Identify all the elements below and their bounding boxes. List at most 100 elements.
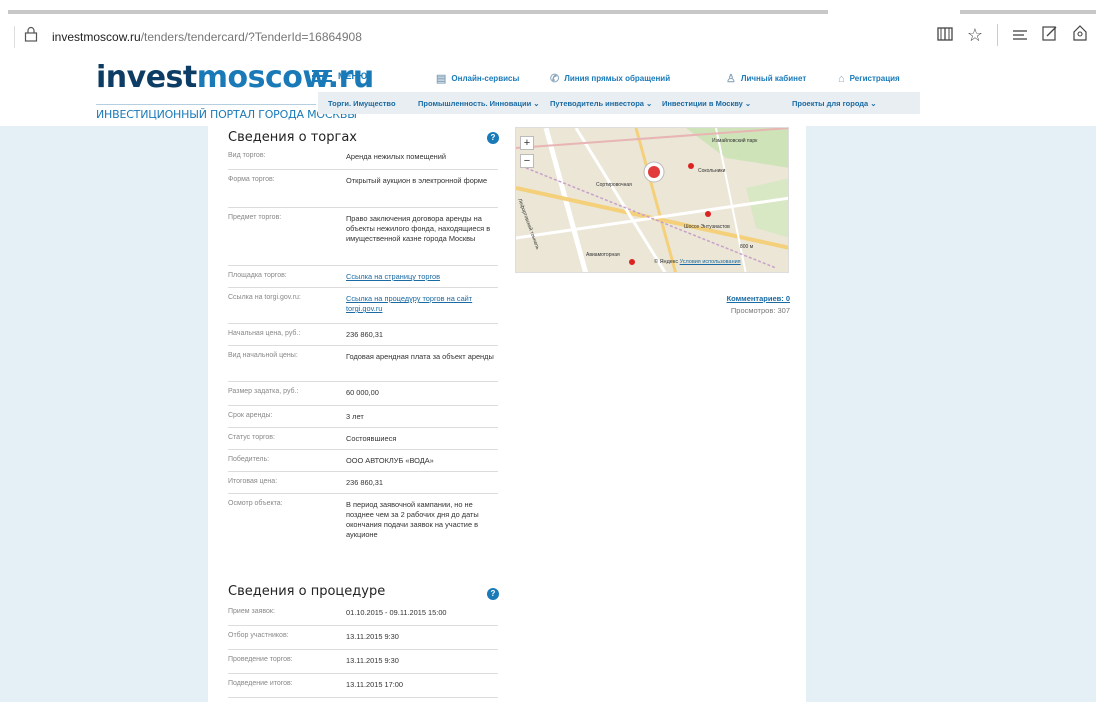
row-label: Подведение итогов: xyxy=(228,680,293,687)
row-value: Состоявшиеся xyxy=(346,434,397,443)
table-row: Вид начальной цены: Годовая арендная плат… xyxy=(228,346,498,382)
register-link[interactable]: ⌂ Регистрация xyxy=(838,72,900,85)
table-row: Осмотр объекта: В период заявочной кампан… xyxy=(228,494,498,560)
row-value: 236 860,31 xyxy=(346,478,383,487)
share-icon[interactable] xyxy=(1072,24,1088,46)
map-label: Сортировочная xyxy=(596,182,632,188)
map-zoom-in-button[interactable]: + xyxy=(520,136,534,150)
browser-tab-strip xyxy=(0,0,1096,16)
nav-item-investments[interactable]: Инвестиции в Москву ⌄ xyxy=(662,99,751,108)
lock-icon[interactable] xyxy=(24,26,38,47)
row-value: Открытый аукцион в электронной форме xyxy=(346,176,488,185)
row-label: Проведение торгов: xyxy=(228,656,293,663)
row-label: Прием заявок: xyxy=(228,608,275,615)
tab-indicator-secondary[interactable] xyxy=(960,10,1096,14)
url-host: investmoscow.ru xyxy=(52,30,141,44)
row-label: Осмотр объекта: xyxy=(228,500,283,507)
table-row: Прием заявок: 01.10.2015 - 09.11.2015 15:… xyxy=(228,602,498,626)
row-value: 13.11.2015 9:30 xyxy=(346,656,399,665)
row-value: 13.11.2015 17:00 xyxy=(346,680,403,689)
top-links: ▤ Онлайн-сервисы ✆ Линия прямых обращений … xyxy=(436,72,900,86)
table-row: Срок аренды: 3 лет xyxy=(228,406,498,428)
register-icon: ⌂ xyxy=(838,72,845,85)
top-link-label: Регистрация xyxy=(849,74,900,83)
row-value: 3 лет xyxy=(346,412,364,421)
help-icon[interactable]: ? xyxy=(487,132,499,144)
table-row: Отбор участников: 13.11.2015 9:30 xyxy=(228,626,498,650)
row-label: Размер задатка, руб.: xyxy=(228,388,299,395)
map-copyright: © Яндекс Условия использования xyxy=(654,259,741,265)
side-panel-left xyxy=(0,126,208,702)
site-header: investmoscow.ru ИНВЕСТИЦИОННЫЙ ПОРТАЛ ГО… xyxy=(90,58,920,126)
row-label: Победитель: xyxy=(228,456,270,463)
comments-link[interactable]: Комментариев: 0 xyxy=(700,294,790,303)
row-value: ООО АВТОКЛУБ «ВОДА» xyxy=(346,456,434,465)
url-field[interactable]: investmoscow.ru/tenders/tendercard/?Tend… xyxy=(52,30,362,44)
services-icon: ▤ xyxy=(436,73,447,85)
address-bar: investmoscow.ru/tenders/tendercard/?Tend… xyxy=(0,16,1096,58)
top-link-label: Личный кабинет xyxy=(740,74,807,83)
torgi-procedure-link[interactable]: Ссылка на процедуру торгов на сайт torgi… xyxy=(346,294,498,314)
table-row: Победитель: ООО АВТОКЛУБ «ВОДА» xyxy=(228,450,498,472)
top-link-label: Линия прямых обращений xyxy=(564,74,671,83)
row-value: 01.10.2015 - 09.11.2015 15:00 xyxy=(346,608,447,617)
web-note-icon[interactable] xyxy=(1042,25,1058,46)
table-row: Начальная цена, руб.: 236 860,31 xyxy=(228,324,498,346)
web-page: investmoscow.ru ИНВЕСТИЦИОННЫЙ ПОРТАЛ ГО… xyxy=(0,58,1096,702)
help-icon[interactable]: ? xyxy=(487,588,499,600)
row-label: Отбор участников: xyxy=(228,632,289,639)
nav-item-investor-guide[interactable]: Путеводитель инвестора ⌄ xyxy=(550,99,652,108)
tab-indicator[interactable] xyxy=(8,10,828,14)
user-icon: ♙ xyxy=(726,73,736,85)
row-value: 236 860,31 xyxy=(346,330,383,339)
nav-item-city-projects[interactable]: Проекты для города ⌄ xyxy=(792,99,877,108)
row-label: Предмет торгов: xyxy=(228,214,282,221)
location-map[interactable]: + − Измайловский парк Сокольники Сортиро… xyxy=(515,127,789,273)
row-label: Ссылка на torgi.gov.ru: xyxy=(228,294,301,301)
row-value: 60 000,00 xyxy=(346,388,379,397)
phone-icon: ✆ xyxy=(550,73,560,85)
map-label: Измайловский парк xyxy=(712,138,758,144)
url-path: /tenders/tendercard/?TenderId=16864908 xyxy=(140,30,362,44)
map-terms-link[interactable]: Условия использования xyxy=(680,259,741,265)
table-row: Размер задатка, руб.: 60 000,00 xyxy=(228,382,498,406)
nav-item-industry[interactable]: Промышленность. Инновации ⌄ xyxy=(418,99,540,108)
table-row: Форма торгов: Открытый аукцион в электрон… xyxy=(228,170,498,208)
menu-label: МЕНЮ xyxy=(338,71,368,81)
hamburger-icon xyxy=(312,70,332,82)
row-value: В период заявочной кампании, но не поздн… xyxy=(346,500,479,539)
table-row: Вид торгов: Аренда нежилых помещений xyxy=(228,146,498,170)
browser-toolbar: ☆ xyxy=(937,24,1088,46)
direct-line-link[interactable]: ✆ Линия прямых обращений xyxy=(550,72,726,85)
section-title-tender: Сведения о торгах xyxy=(228,130,357,145)
map-graphic xyxy=(516,128,788,272)
row-label: Форма торгов: xyxy=(228,176,275,183)
personal-cabinet-link[interactable]: ♙ Личный кабинет xyxy=(726,72,838,85)
row-label: Вид начальной цены: xyxy=(228,352,298,359)
map-zoom-out-button[interactable]: − xyxy=(520,154,534,168)
favorite-star-icon[interactable]: ☆ xyxy=(967,25,983,46)
row-label: Вид торгов: xyxy=(228,152,266,159)
nav-item-auctions[interactable]: Торги. Имущество xyxy=(328,99,396,108)
menu-button[interactable]: МЕНЮ xyxy=(312,70,367,82)
row-label: Срок аренды: xyxy=(228,412,273,419)
map-label: Шоссе Энтузиастов xyxy=(684,224,730,230)
map-scale: 800 м xyxy=(740,244,754,250)
table-row: Подведение итогов: 13.11.2015 17:00 xyxy=(228,674,498,698)
row-value: Право заключения договора аренды на объе… xyxy=(346,214,491,243)
table-row: Итоговая цена: 236 860,31 xyxy=(228,472,498,494)
views-count: Просмотров: 307 xyxy=(730,306,790,315)
divider xyxy=(997,24,998,46)
top-link-label: Онлайн-сервисы xyxy=(451,74,520,83)
row-label: Статус торгов: xyxy=(228,434,275,441)
main-nav: Торги. Имущество Промышленность. Инновац… xyxy=(318,92,920,114)
row-label: Начальная цена, руб.: xyxy=(228,330,301,337)
auction-page-link[interactable]: Ссылка на страницу торгов xyxy=(346,272,498,282)
hub-icon[interactable] xyxy=(1012,25,1028,46)
row-label: Итоговая цена: xyxy=(228,478,278,485)
row-value: Годовая арендная плата за объект аренды xyxy=(346,352,494,361)
table-row: Площадка торгов: Ссылка на страницу торго… xyxy=(228,266,498,288)
reading-view-icon[interactable] xyxy=(937,25,953,46)
online-services-link[interactable]: ▤ Онлайн-сервисы xyxy=(436,72,550,85)
divider xyxy=(14,26,15,48)
